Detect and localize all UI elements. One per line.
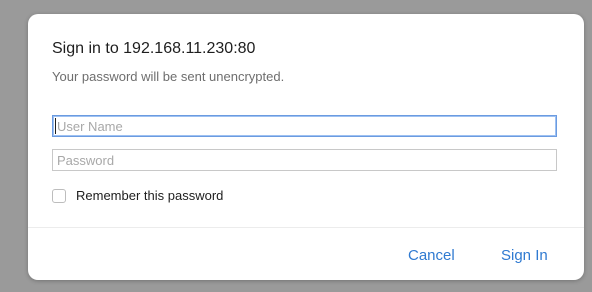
sign-in-dialog: Sign in to 192.168.11.230:80 Your passwo… [28,14,584,280]
remember-password-label: Remember this password [76,188,224,203]
dialog-title: Sign in to 192.168.11.230:80 [52,40,256,57]
remember-password-option[interactable]: Remember this password [52,188,223,203]
footer-divider [28,227,584,228]
cancel-button[interactable]: Cancel [408,247,455,264]
password-field[interactable] [52,149,557,171]
sign-in-button[interactable]: Sign In [501,247,548,264]
username-field[interactable] [52,115,557,137]
text-caret [55,118,56,134]
remember-password-checkbox[interactable] [52,188,66,203]
dialog-subtitle: Your password will be sent unencrypted. [52,69,285,84]
